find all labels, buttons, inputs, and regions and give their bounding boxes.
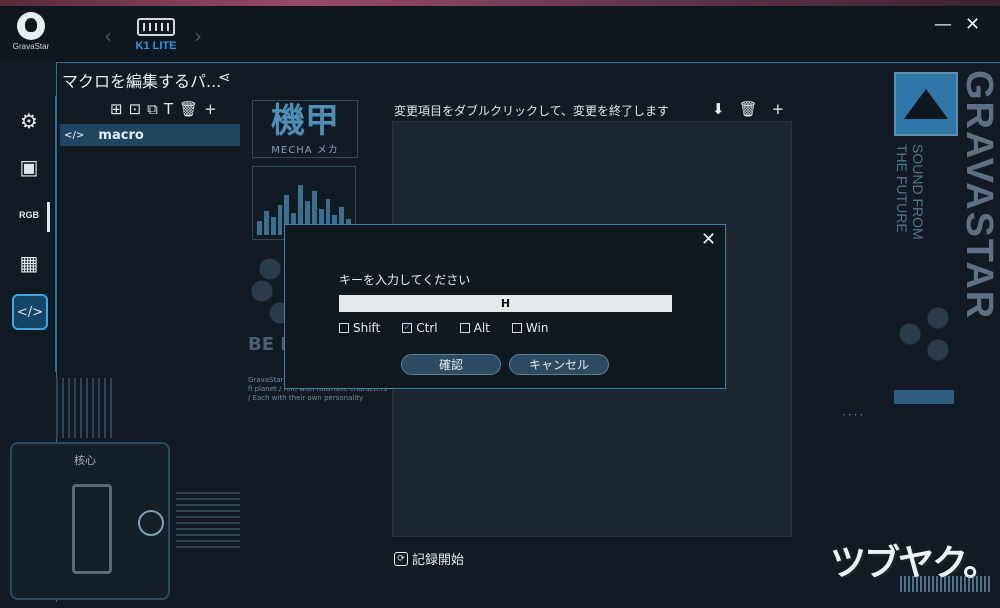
macro-list-item[interactable]: </> macro (60, 124, 240, 146)
share-icon[interactable]: ⋖ (218, 68, 231, 86)
device-selector[interactable]: K1 LITE (134, 18, 178, 58)
win-checkbox[interactable]: Win (511, 321, 549, 335)
dots-decoration: ···· (842, 408, 866, 422)
mecha-caption: MECHA メカ (271, 145, 339, 156)
win-label: Win (525, 321, 549, 335)
app-window: GravaStar ‹ K1 LITE › — ✕ ⚙ ▣ RGB ▦ </> … (0, 0, 1000, 608)
code-icon: </> (16, 304, 44, 320)
new-folder-icon[interactable]: ⊞ (110, 100, 123, 118)
sidebar-item-settings[interactable]: ⚙ (14, 106, 44, 136)
back-arrow-icon[interactable]: ‹ (104, 24, 112, 48)
logo-icon (17, 12, 45, 40)
key-input-field[interactable]: H (339, 295, 672, 312)
line-decoration (56, 378, 116, 438)
add-icon[interactable]: + (204, 100, 217, 118)
g-logo-icon (72, 484, 112, 574)
grid-icon: ▦ (19, 251, 39, 275)
shift-label: Shift (353, 321, 381, 335)
copy-icon[interactable]: ⧉ (147, 100, 158, 118)
checkbox-checked-icon: ✓ (402, 322, 413, 333)
mecha-decoration: 機甲 MECHA メカ (252, 100, 358, 158)
rgb-icon: RGB (19, 209, 39, 220)
keyboard-icon (137, 18, 175, 36)
forward-arrow-icon[interactable]: › (194, 24, 202, 48)
brand-name: GravaStar (12, 42, 50, 51)
badge-icon (138, 510, 164, 536)
macro-item-label: macro (98, 127, 144, 143)
dialog-prompt: キーを入力してください (339, 273, 471, 287)
macro-toolbar: ⊞ ⊡ ⧉ T 🗑 + (110, 100, 217, 118)
ctrl-checkbox[interactable]: ✓ Ctrl (402, 321, 438, 335)
sidebar-item-layout[interactable]: ▦ (14, 248, 44, 278)
modifier-options: Shift ✓ Ctrl Alt Win (339, 321, 570, 335)
checkbox-icon (339, 323, 349, 333)
delete-icon[interactable]: 🗑 (739, 100, 758, 118)
minimize-icon[interactable]: — (934, 14, 952, 35)
editor-toolbar: ⬇ 🗑 + (712, 100, 784, 118)
line-decoration (176, 488, 240, 548)
device-name: K1 LITE (135, 40, 177, 52)
checkbox-icon (511, 323, 522, 333)
brand-mark-icon (894, 72, 958, 136)
mecha-kanji: 機甲 (271, 101, 339, 141)
editor-hint: 変更項目をダブルクリックして、変更を終了します (394, 104, 670, 118)
sidebar-item-keys[interactable]: ▣ (14, 152, 44, 182)
gear-icon: ⚙ (20, 109, 38, 133)
close-icon[interactable]: ✕ (965, 14, 980, 35)
gravastar-logo: GravaStar (10, 12, 52, 60)
core-tile-decoration: 核心 (10, 442, 170, 600)
sidebar: ⚙ ▣ RGB ▦ </> (4, 96, 56, 372)
vertical-brand: GRAVASTAR (958, 70, 1000, 321)
ctrl-label: Ctrl (416, 321, 438, 335)
cancel-button[interactable]: キャンセル (509, 354, 609, 375)
confirm-button[interactable]: 確認 (401, 354, 501, 375)
active-indicator (47, 202, 50, 232)
record-icon: ⟳ (394, 551, 408, 566)
key-input-dialog: ✕ キーを入力してください H Shift ✓ Ctrl Alt Win 確認 … (284, 224, 726, 389)
shift-checkbox[interactable]: Shift (339, 321, 380, 335)
record-label: 記録開始 (412, 553, 465, 568)
checkbox-icon (459, 323, 470, 333)
alt-checkbox[interactable]: Alt (459, 321, 490, 335)
core-label: 核心 (74, 454, 96, 467)
add-icon[interactable]: + (772, 100, 785, 118)
rename-icon[interactable]: T (164, 100, 173, 118)
record-button[interactable]: ⟳ 記録開始 (394, 549, 464, 568)
key-icon: ▣ (19, 155, 39, 179)
wave-decoration (900, 576, 990, 592)
vertical-slogan: SOUND FROM THE FUTURE (894, 144, 926, 240)
hexagon-decoration (890, 300, 960, 420)
close-icon[interactable]: ✕ (701, 229, 716, 250)
sidebar-item-macro[interactable]: </> (12, 294, 48, 330)
import-icon[interactable]: ⊡ (129, 100, 142, 118)
code-icon: </> (64, 129, 85, 141)
sidebar-item-rgb[interactable]: RGB (14, 200, 44, 230)
alt-label: Alt (473, 321, 490, 335)
delete-icon[interactable]: 🗑 (179, 100, 198, 118)
download-icon[interactable]: ⬇ (712, 100, 725, 118)
macro-panel-title: マクロを編集するパ... (62, 72, 222, 91)
